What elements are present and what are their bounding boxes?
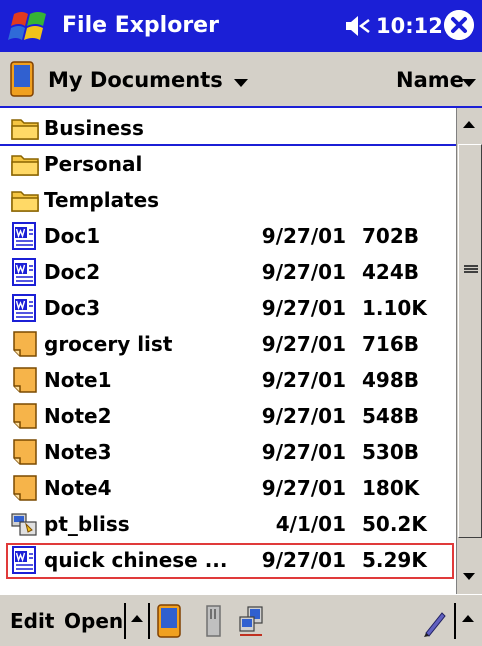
app-title: File Explorer — [62, 13, 219, 38]
input-panel-arrow-icon[interactable] — [462, 615, 474, 622]
file-size: 1.10K — [362, 296, 427, 320]
folder-dropdown[interactable]: My Documents — [48, 67, 223, 93]
folder-icon — [10, 150, 40, 178]
file-date: 9/27/01 — [261, 224, 346, 248]
windows-flag-icon[interactable] — [8, 6, 54, 46]
file-name: Doc2 — [44, 260, 101, 284]
file-row[interactable]: Note2 9/27/01 548B — [0, 398, 456, 434]
pocket-pc-device-icon — [10, 61, 34, 97]
row-divider — [0, 144, 456, 146]
pocket-pc-device-icon[interactable] — [154, 603, 184, 639]
file-row[interactable]: Business — [0, 110, 456, 146]
sort-dropdown[interactable]: Name — [396, 67, 464, 93]
note-icon — [10, 474, 40, 502]
file-date: 9/27/01 — [261, 368, 346, 392]
vertical-scrollbar[interactable] — [456, 108, 482, 594]
file-name: Note3 — [44, 440, 112, 464]
note-icon — [10, 366, 40, 394]
file-name: Note1 — [44, 368, 112, 392]
separator — [124, 603, 126, 639]
file-date: 9/27/01 — [261, 332, 346, 356]
scroll-up-arrow-icon[interactable] — [457, 110, 482, 140]
file-row[interactable]: Templates — [0, 182, 456, 218]
file-size: 716B — [362, 332, 419, 356]
chevron-down-icon[interactable] — [462, 79, 476, 87]
title-bar: File Explorer 10:12 — [0, 0, 482, 52]
pocket-pc-screen: File Explorer 10:12 My Documents Name Bu… — [0, 0, 482, 646]
file-row[interactable]: pt_bliss 4/1/01 50.2K — [0, 506, 456, 542]
pen-input-icon[interactable] — [420, 603, 450, 639]
word-document-icon — [10, 222, 40, 250]
folder-icon — [10, 186, 40, 214]
file-name: Note4 — [44, 476, 112, 500]
file-date: 9/27/01 — [261, 260, 346, 284]
clock[interactable]: 10:12 — [376, 12, 443, 40]
file-date: 9/27/01 — [261, 548, 346, 572]
edit-menu[interactable]: Edit — [10, 608, 54, 634]
up-arrow-icon[interactable] — [131, 615, 143, 622]
file-name: quick chinese ... — [44, 548, 228, 572]
file-list: Business Personal Templates Doc1 9/27/01 702B… — [0, 108, 456, 594]
note-icon — [10, 330, 40, 358]
word-document-icon — [10, 294, 40, 322]
grip-icon — [464, 265, 478, 273]
file-row[interactable]: Doc1 9/27/01 702B — [0, 218, 456, 254]
file-size: 530B — [362, 440, 419, 464]
file-size: 424B — [362, 260, 419, 284]
program-icon — [10, 510, 40, 538]
file-name: Business — [44, 116, 144, 140]
file-name: Templates — [44, 188, 160, 212]
file-size: 548B — [362, 404, 419, 428]
file-date: 9/27/01 — [261, 476, 346, 500]
file-size: 5.29K — [362, 548, 427, 572]
file-name: pt_bliss — [44, 512, 130, 536]
file-size: 498B — [362, 368, 419, 392]
file-size: 702B — [362, 224, 419, 248]
file-size: 50.2K — [362, 512, 427, 536]
file-name: Personal — [44, 152, 143, 176]
file-row[interactable]: grocery list 9/27/01 716B — [0, 326, 456, 362]
file-name: grocery list — [44, 332, 173, 356]
note-icon — [10, 402, 40, 430]
open-menu[interactable]: Open — [64, 608, 123, 634]
scroll-thumb[interactable] — [458, 144, 482, 538]
file-row[interactable]: Note4 9/27/01 180K — [0, 470, 456, 506]
file-row[interactable]: Personal — [0, 146, 456, 182]
file-row[interactable]: Doc3 9/27/01 1.10K — [0, 290, 456, 326]
separator — [148, 603, 150, 639]
file-row[interactable]: Note3 9/27/01 530B — [0, 434, 456, 470]
separator — [454, 603, 456, 639]
close-icon[interactable] — [444, 10, 474, 40]
folder-icon — [10, 114, 40, 142]
file-date: 9/27/01 — [261, 440, 346, 464]
scroll-down-arrow-icon[interactable] — [457, 562, 482, 592]
word-document-icon — [10, 258, 40, 286]
command-bar: Edit Open — [0, 594, 482, 646]
file-row[interactable]: Doc2 9/27/01 424B — [0, 254, 456, 290]
file-name: Doc1 — [44, 224, 101, 248]
file-date: 9/27/01 — [261, 404, 346, 428]
speaker-icon[interactable] — [342, 13, 372, 39]
location-bar: My Documents Name — [0, 52, 482, 108]
file-name: Doc3 — [44, 296, 101, 320]
file-row[interactable]: quick chinese ... 9/27/01 5.29K — [0, 542, 456, 578]
file-date: 4/1/01 — [275, 512, 346, 536]
file-date: 9/27/01 — [261, 296, 346, 320]
storage-card-icon[interactable] — [198, 603, 228, 639]
word-document-icon — [10, 546, 40, 574]
file-row[interactable]: Note1 9/27/01 498B — [0, 362, 456, 398]
file-name: Note2 — [44, 404, 112, 428]
chevron-down-icon[interactable] — [234, 79, 248, 87]
network-icon[interactable] — [236, 603, 266, 639]
note-icon — [10, 438, 40, 466]
file-size: 180K — [362, 476, 420, 500]
